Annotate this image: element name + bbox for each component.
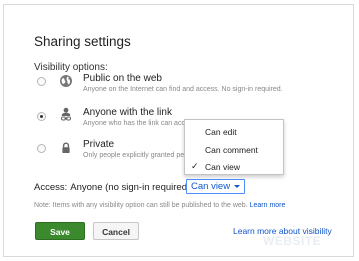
learn-more-link[interactable]: Learn more (250, 202, 286, 209)
publish-note: Note: Items with any visibility option c… (34, 202, 285, 209)
option-desc-public: Anyone on the Internet can find and acce… (83, 86, 283, 93)
radio-public-on-web[interactable] (37, 77, 46, 86)
radio-anyone-with-link[interactable] (37, 112, 46, 121)
checkmark-icon: ✓ (191, 161, 199, 171)
access-label: Access: (34, 182, 68, 193)
option-name-public: Public on the web (83, 73, 162, 84)
publish-note-text: Note: Items with any visibility option c… (34, 202, 248, 209)
permission-dropdown-menu: Can edit Can comment ✓ Can view (184, 119, 284, 175)
person-link-icon (61, 107, 71, 121)
chevron-down-icon (234, 184, 241, 188)
access-value: Anyone (no sign-in required) (70, 182, 191, 193)
permission-dropdown-button[interactable]: Can view (186, 179, 246, 194)
visibility-options-label: Visibility options: (34, 62, 108, 73)
option-desc-private: Only people explicitly granted per (83, 152, 187, 159)
watermark-text: WEBSITE (263, 234, 322, 248)
menu-item-can-view[interactable]: Can view (205, 162, 240, 172)
option-desc-anyone-with-link: Anyone who has the link can acce (83, 120, 189, 127)
permission-dropdown-label: Can view (191, 181, 231, 192)
globe-icon (60, 75, 72, 87)
access-row: Access: Anyone (no sign-in required) (34, 182, 190, 193)
save-button[interactable]: Save (35, 222, 85, 240)
lock-icon (62, 142, 70, 153)
option-name-private: Private (83, 139, 115, 150)
menu-item-can-comment[interactable]: Can comment (205, 145, 258, 155)
sharing-settings-dialog: Sharing settings Visibility options: Pub… (3, 4, 354, 257)
menu-item-can-edit[interactable]: Can edit (205, 127, 237, 137)
radio-private[interactable] (37, 144, 46, 153)
dialog-title: Sharing settings (34, 34, 131, 49)
option-name-anyone-with-link: Anyone with the link (83, 107, 172, 118)
cancel-button[interactable]: Cancel (93, 222, 139, 240)
